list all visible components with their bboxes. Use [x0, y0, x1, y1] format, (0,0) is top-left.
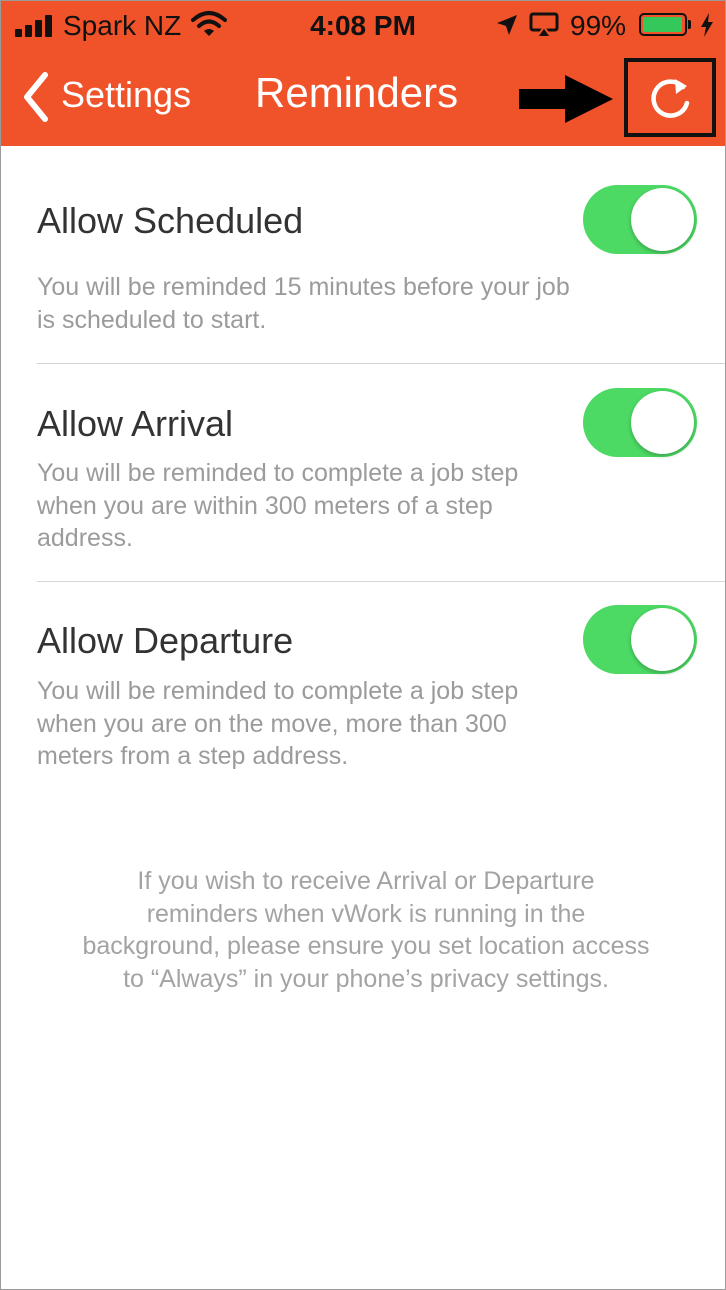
- setting-title: Allow Scheduled: [37, 200, 304, 241]
- location-arrow-icon: [497, 15, 517, 35]
- arrival-toggle[interactable]: [583, 388, 697, 457]
- setting-title: Allow Departure: [37, 620, 294, 661]
- divider: [37, 363, 725, 364]
- departure-toggle[interactable]: [583, 605, 697, 674]
- charging-bolt-icon: [701, 13, 713, 37]
- back-button[interactable]: Settings: [61, 74, 191, 116]
- refresh-button[interactable]: [624, 58, 716, 137]
- back-chevron-icon[interactable]: [21, 71, 51, 123]
- battery-cap: [688, 20, 691, 29]
- status-bar: Spark NZ 4:08 PM 99%: [1, 1, 725, 51]
- pointer-arrow-icon: [519, 75, 613, 123]
- divider: [37, 581, 725, 582]
- airplay-icon: [529, 12, 559, 38]
- page-title: Reminders: [255, 69, 459, 116]
- setting-description: You will be reminded 15 minutes before y…: [37, 273, 570, 334]
- battery-icon: [639, 13, 687, 36]
- scheduled-toggle[interactable]: [583, 185, 697, 254]
- refresh-icon: [651, 78, 690, 118]
- setting-description: You will be reminded to complete a job s…: [37, 677, 519, 770]
- battery-percent: 99%: [570, 10, 627, 41]
- app-screen: Spark NZ 4:08 PM 99% Settings Reminders …: [0, 0, 726, 1290]
- location-access-note: If you wish to receive Arrival or Depart…: [82, 867, 650, 993]
- setting-description: You will be reminded to complete a job s…: [37, 459, 519, 552]
- header-bar: Spark NZ 4:08 PM 99% Settings Reminders: [1, 1, 725, 146]
- setting-title: Allow Arrival: [37, 403, 234, 444]
